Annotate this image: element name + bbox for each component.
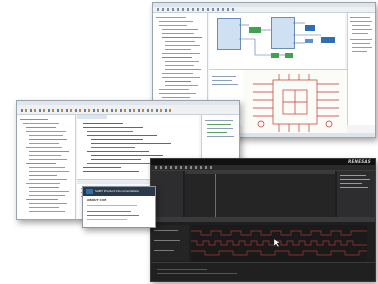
doc-header-bar: SABT Product Documentation	[83, 187, 155, 196]
schematic-drawing	[253, 74, 339, 132]
diagram-wires	[239, 22, 321, 56]
documentation-popup[interactable]: SABT Product Documentation ABOUT CVE	[82, 186, 156, 228]
vertical-cursor[interactable]	[215, 174, 216, 217]
toolbar-icon-row[interactable]	[157, 8, 237, 11]
toolbar-icon-row[interactable]	[21, 109, 171, 112]
circuit-schematic-view[interactable]	[243, 69, 347, 136]
timeline-ruler	[185, 171, 335, 174]
sap-logo-icon	[86, 189, 93, 194]
doc-section-title: ABOUT CVE	[87, 198, 107, 202]
status-bar	[151, 262, 375, 281]
package-explorer-panel[interactable]	[17, 115, 76, 219]
properties-panel[interactable]	[347, 13, 375, 125]
toolbar-icon-row[interactable]	[155, 166, 215, 169]
toolbar[interactable]	[17, 108, 239, 115]
editor-tab[interactable]	[77, 115, 107, 119]
dark-analyzer-window: RENESAS	[150, 158, 376, 282]
right-side-panel[interactable]	[337, 171, 375, 217]
signal-list-panel[interactable]	[151, 225, 189, 261]
mouse-cursor-icon	[274, 239, 280, 247]
brand-logo: RENESAS	[348, 159, 371, 164]
bottom-tab-strip[interactable]	[151, 217, 375, 222]
doc-header-title: SABT Product Documentation	[95, 189, 140, 193]
diagram-canvas[interactable]	[209, 13, 345, 69]
main-workspace[interactable]	[185, 171, 335, 217]
